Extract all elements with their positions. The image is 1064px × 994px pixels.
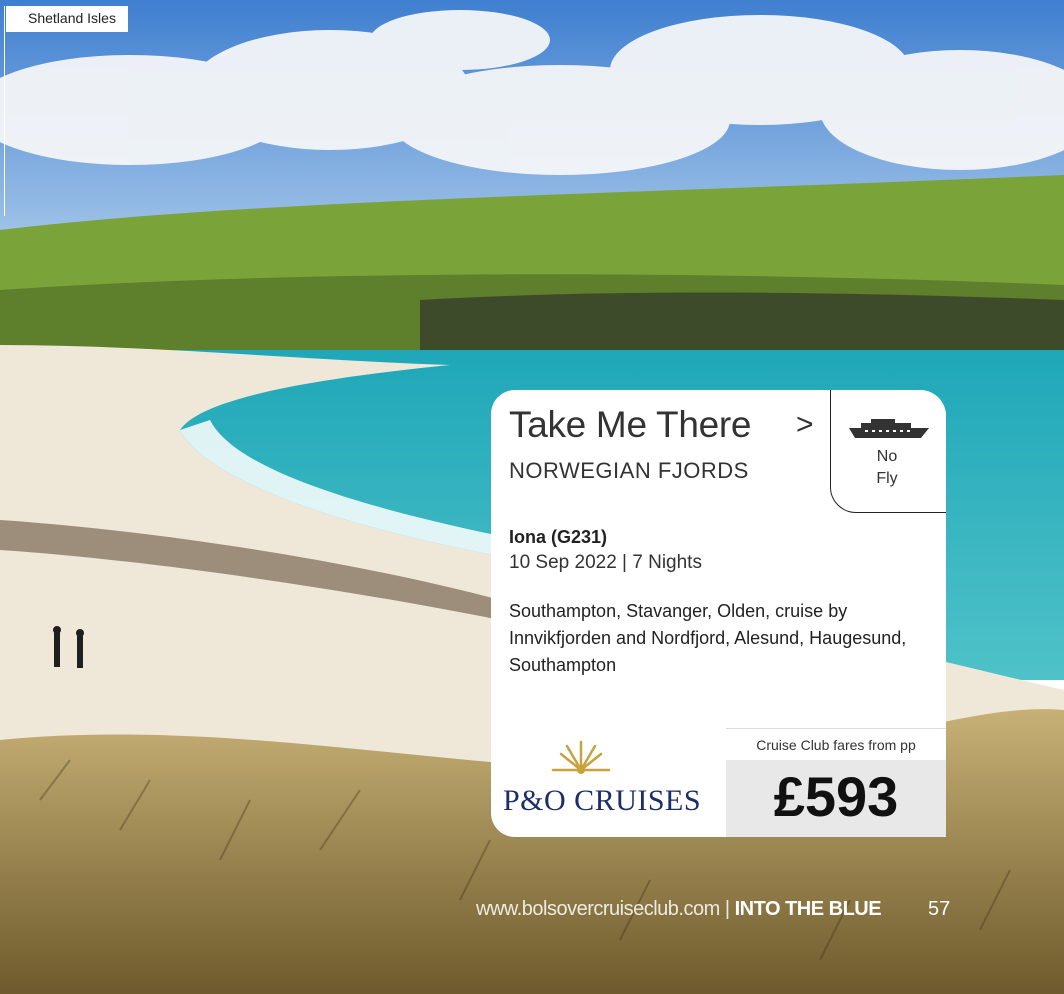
photo-caption: Shetland Isles	[6, 6, 128, 32]
sail-dates: 10 Sep 2022 | 7 Nights	[509, 552, 702, 573]
footer: www.bolsovercruiseclub.com | INTO THE BL…	[476, 898, 882, 921]
po-cruises-brand: P&O CRUISES	[503, 784, 702, 817]
itinerary: Southampton, Stavanger, Olden, cruise by…	[509, 601, 907, 675]
no-fly-label-2: Fly	[876, 470, 898, 487]
ship-name: Iona (G231)	[509, 527, 608, 547]
caption-rule	[4, 6, 5, 216]
price: £593	[773, 765, 899, 828]
card-title: Take Me There	[509, 404, 752, 445]
cruise-card[interactable]: Take Me There > NORWEGIAN FJORDS No Fly …	[491, 390, 946, 837]
destination: NORWEGIAN FJORDS	[509, 458, 749, 483]
footer-separator: |	[724, 898, 730, 920]
ship-icon	[849, 419, 929, 438]
chevron-right-icon[interactable]: >	[796, 408, 814, 442]
price-box: £593	[726, 760, 946, 837]
no-fly-label-1: No	[876, 448, 898, 465]
footer-section: INTO THE BLUE	[734, 898, 882, 920]
page-number: 57	[928, 898, 951, 920]
footer-url[interactable]: www.bolsovercruiseclub.com	[476, 898, 720, 920]
no-fly-badge: No Fly	[830, 390, 946, 513]
price-label: Cruise Club fares from pp	[726, 728, 946, 761]
